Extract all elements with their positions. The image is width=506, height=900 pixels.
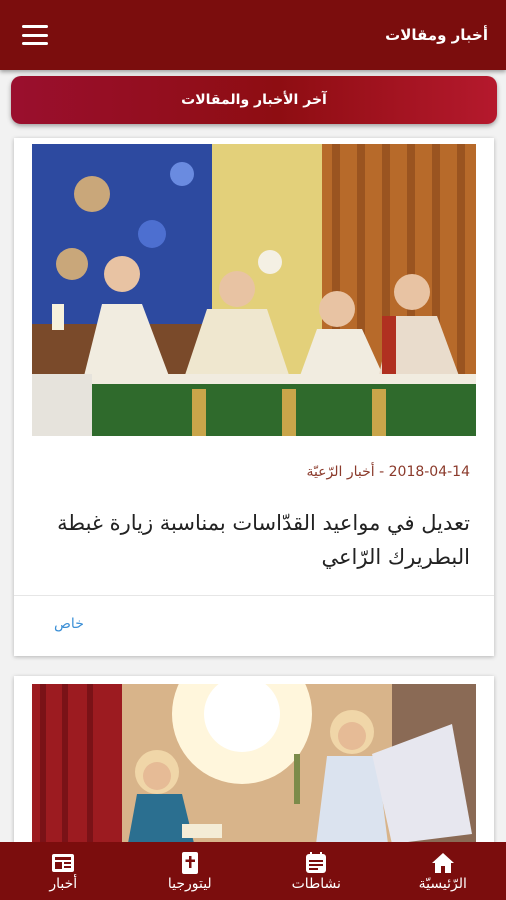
menu-icon-bar <box>22 25 48 28</box>
home-icon <box>431 852 454 873</box>
church-mass-photo <box>32 144 476 436</box>
calendar-icon <box>306 851 327 873</box>
article-category: أخبار الرّعيّة <box>306 464 375 480</box>
section-header-label: آخر الأخبار والمقالات <box>181 92 327 108</box>
menu-button[interactable] <box>22 25 48 45</box>
article-tag-link[interactable]: خاص <box>54 616 84 632</box>
book-cross-icon <box>181 851 198 874</box>
nav-liturgy[interactable]: ليتورجيا <box>127 842 254 900</box>
nav-activities[interactable]: نشاطات <box>253 842 380 900</box>
nav-home[interactable]: الرّئيسيّة <box>380 842 506 900</box>
card-divider <box>14 595 494 596</box>
nav-home-label: الرّئيسيّة <box>418 875 467 892</box>
nav-activities-label: نشاطات <box>291 875 341 892</box>
page-title: أخبار ومقالات <box>385 26 488 44</box>
menu-icon-bar <box>22 33 48 37</box>
article-card[interactable]: 2018-04-14 - أخبار الرّعيّة تعديل في موا… <box>14 138 494 656</box>
article-title[interactable]: تعديل في مواعيد القدّاسات بمناسبة زيارة … <box>50 506 470 574</box>
nav-liturgy-label: ليتورجيا <box>167 875 212 892</box>
section-header: آخر الأخبار والمقالات <box>11 76 497 124</box>
nav-news[interactable]: أخبار <box>0 842 127 900</box>
meta-separator: - <box>374 464 389 480</box>
app-bar: أخبار ومقالات <box>0 0 506 70</box>
nav-news-label: أخبار <box>49 875 78 892</box>
article-meta: 2018-04-14 - أخبار الرّعيّة <box>306 464 470 480</box>
menu-icon-bar <box>22 42 48 45</box>
article-date: 2018-04-14 <box>388 464 470 480</box>
article-image[interactable] <box>32 144 476 436</box>
news-icon <box>52 853 75 872</box>
bottom-nav: الرّئيسيّة نشاطات ليتورجيا أخبار <box>0 842 506 900</box>
